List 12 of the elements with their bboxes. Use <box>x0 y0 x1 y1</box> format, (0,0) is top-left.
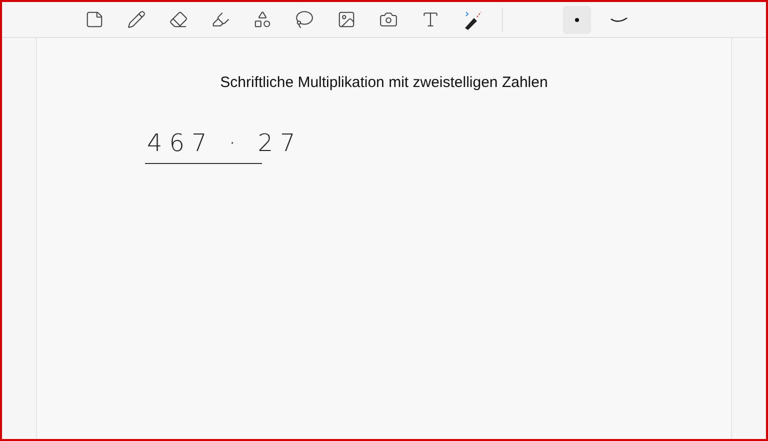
pencil-icon <box>126 10 146 29</box>
shapes-icon <box>252 10 272 29</box>
handwritten-expression: 467 · 27 <box>146 128 304 158</box>
curve-stroke-icon <box>610 16 628 24</box>
camera-icon <box>378 10 398 29</box>
image-icon <box>336 10 356 29</box>
note-icon <box>84 10 104 29</box>
highlighter-icon <box>210 10 230 29</box>
eraser-icon <box>168 10 188 29</box>
page-title: Schriftliche Multiplikation mit zweistelligen Zahlen <box>220 73 548 93</box>
text-box-icon <box>420 10 440 29</box>
lasso-icon <box>294 10 314 29</box>
